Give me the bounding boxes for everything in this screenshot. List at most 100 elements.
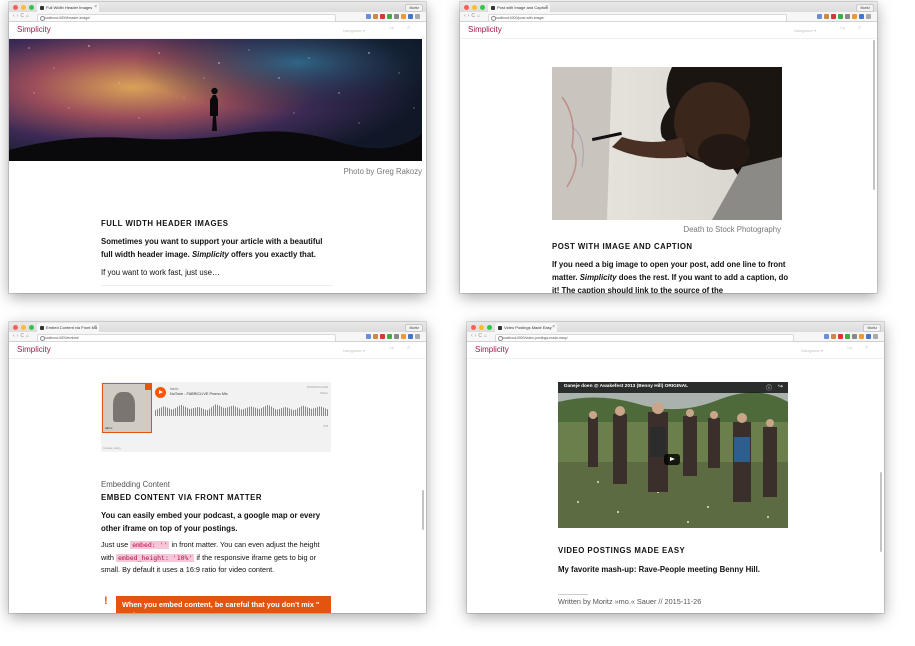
window-controls[interactable] (13, 324, 34, 330)
tab-close-icon[interactable]: × (94, 3, 97, 12)
address-bar[interactable]: localhost:4000/header-image/ (37, 13, 336, 22)
tab-close-icon[interactable]: × (552, 323, 555, 332)
minimize-window-button[interactable] (479, 324, 484, 330)
share-icon[interactable]: ↪ (840, 25, 845, 32)
video-title-bar[interactable]: Daneje doen @ Awakefest 2013 (Benny Hill… (558, 382, 788, 393)
play-count: 378 (322, 424, 328, 428)
share-icon[interactable]: ↪ (389, 25, 394, 32)
video-player[interactable]: Daneje doen @ Awakefest 2013 (Benny Hill… (558, 382, 788, 528)
waveform[interactable] (155, 404, 329, 416)
info-icon[interactable]: ⓘ (766, 383, 772, 392)
share-icon[interactable]: ↪ (389, 345, 394, 352)
site-brand[interactable]: Simplicity (17, 25, 51, 34)
favicon-icon (40, 325, 44, 330)
cover-art[interactable]: fabric (102, 383, 152, 433)
tab-title: Video Postings Made Easy (504, 325, 552, 330)
nav-buttons-icon[interactable]: ‹›C⌂ (13, 12, 31, 21)
tab-close-icon[interactable]: × (94, 323, 97, 332)
extension-icons[interactable] (366, 14, 420, 19)
search-icon[interactable]: ⌕ (858, 25, 861, 32)
navigation-menu[interactable]: Navigation ▾ (343, 28, 365, 33)
share-icon[interactable]: ↪ (847, 345, 852, 352)
scrollbar[interactable] (422, 490, 424, 530)
code-embed-height: embed_height: '10%' (116, 553, 195, 562)
nav-buttons-icon[interactable]: ‹›C⌂ (471, 332, 489, 341)
share-video-icon[interactable]: ↪ (778, 383, 783, 390)
extension-icons[interactable] (366, 334, 420, 339)
alert-box: When you embed content, be careful that … (116, 596, 331, 613)
close-window-button[interactable] (13, 324, 18, 330)
post-image-artist-drawing (552, 67, 782, 220)
browser-tab[interactable]: Post with Image and Caption × (488, 3, 550, 12)
profile-button[interactable]: Moritz (405, 323, 423, 332)
embed-share[interactable]: Share (320, 391, 328, 395)
video-title[interactable]: Daneje doen @ Awakefest 2013 (Benny Hill… (564, 384, 688, 389)
zoom-window-button[interactable] (29, 324, 34, 330)
title-bar: Embed Content via Front Ma × Moritz (9, 322, 426, 332)
play-icon (670, 457, 675, 461)
search-icon[interactable]: ⌕ (407, 345, 410, 352)
extension-icons[interactable] (817, 14, 871, 19)
site-header: Simplicity Navigation ▾ ↪ ⌕ (9, 22, 426, 39)
embed-brand[interactable]: SOUNDCLOUD (307, 385, 328, 389)
post-lead: If you need a big image to open your pos… (552, 260, 789, 293)
browser-window-video-postings: Video Postings Made Easy × Moritz ‹›C⌂ lo… (467, 322, 884, 613)
navigation-menu[interactable]: Navigation ▾ (801, 348, 823, 353)
window-controls[interactable] (464, 4, 485, 10)
page-viewport: Simplicity Navigation ▾ ↪ ⌕ Photo by Gre… (9, 22, 426, 293)
scrollbar[interactable] (880, 472, 882, 552)
toolbar: ‹›C⌂ localhost:4000/header-image/ (9, 12, 426, 22)
tab-close-icon[interactable]: × (545, 3, 548, 12)
page-viewport: Simplicity Navigation ▾ ↪ ⌕ fabric fabri… (9, 342, 426, 613)
title-bar: Full Width Header Images × Moritz (9, 2, 426, 12)
toolbar: ‹›C⌂ localhost:4000/video-postings-made-… (467, 332, 884, 342)
profile-button[interactable]: Moritz (856, 3, 874, 12)
image-caption: Photo by Greg Rakozy (343, 167, 422, 176)
minimize-window-button[interactable] (21, 324, 26, 330)
extension-icons[interactable] (824, 334, 878, 339)
post-title[interactable]: VIDEO POSTINGS MADE EASY (558, 546, 685, 555)
address-bar[interactable]: localhost:4000/embed/ (37, 333, 336, 342)
close-window-button[interactable] (471, 324, 476, 330)
window-controls[interactable] (13, 4, 34, 10)
profile-button[interactable]: Moritz (405, 3, 423, 12)
zoom-window-button[interactable] (487, 324, 492, 330)
post-title[interactable]: POST WITH IMAGE AND CAPTION (552, 242, 693, 251)
minimize-window-button[interactable] (472, 4, 477, 10)
embed-artist[interactable]: fabric (170, 387, 179, 391)
nav-buttons-icon[interactable]: ‹›C⌂ (13, 332, 31, 341)
browser-tab[interactable]: Video Postings Made Easy × (495, 323, 557, 332)
zoom-window-button[interactable] (29, 4, 34, 10)
navigation-menu[interactable]: Navigation ▾ (343, 348, 365, 353)
cookie-policy-link[interactable]: Cookie policy (103, 446, 121, 450)
profile-button[interactable]: Moritz (863, 323, 881, 332)
minimize-window-button[interactable] (21, 4, 26, 10)
favicon-icon (491, 5, 495, 10)
nav-buttons-icon[interactable]: ‹›C⌂ (464, 12, 482, 21)
browser-tab[interactable]: Embed Content via Front Ma × (37, 323, 99, 332)
close-window-button[interactable] (13, 4, 18, 10)
site-brand[interactable]: Simplicity (475, 345, 509, 354)
search-icon[interactable]: ⌕ (865, 345, 868, 352)
navigation-menu[interactable]: Navigation ▾ (794, 28, 816, 33)
browser-window-post-with-image: Post with Image and Caption × Moritz ‹›C⌂… (460, 2, 877, 293)
scrollbar[interactable] (873, 40, 875, 190)
site-brand[interactable]: Simplicity (468, 25, 502, 34)
window-controls[interactable] (471, 324, 492, 330)
address-bar[interactable]: localhost:4000/post-with-image/ (488, 13, 787, 22)
post-title[interactable]: FULL WIDTH HEADER IMAGES (101, 219, 229, 228)
close-window-button[interactable] (464, 4, 469, 10)
embed-track[interactable]: NuTone - FABRICLIVE Promo Mix (170, 392, 228, 396)
browser-tab[interactable]: Full Width Header Images × (37, 3, 99, 12)
post-title[interactable]: EMBED CONTENT VIA FRONT MATTER (101, 493, 262, 502)
search-icon[interactable]: ⌕ (407, 25, 410, 32)
post-lead: My favorite mash-up: Rave-People meeting… (558, 565, 760, 574)
soundcloud-embed[interactable]: fabric fabric NuTone - FABRICLIVE Promo … (101, 382, 331, 452)
browser-window-embed-content: Embed Content via Front Ma × Moritz ‹›C⌂ … (9, 322, 426, 613)
site-brand[interactable]: Simplicity (17, 345, 51, 354)
site-header: Simplicity Navigation ▾ ↪ ⌕ (467, 342, 884, 359)
toolbar: ‹›C⌂ localhost:4000/post-with-image/ (460, 12, 877, 22)
zoom-window-button[interactable] (480, 4, 485, 10)
alert-icon: ! (104, 595, 108, 607)
address-bar[interactable]: localhost:4000/video-postings-made-easy/ (495, 333, 794, 342)
